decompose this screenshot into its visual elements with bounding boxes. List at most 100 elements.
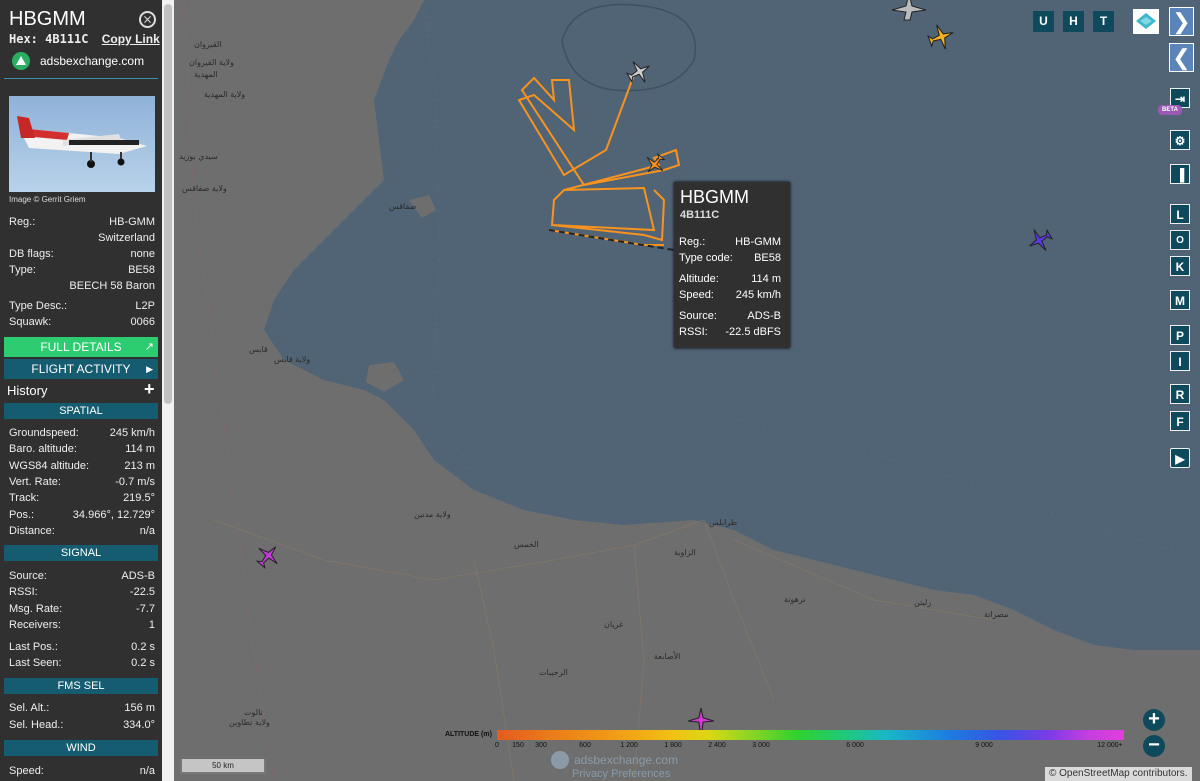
dbflags-row: DB flags: none bbox=[9, 248, 155, 260]
spatial-value: 34.966°, 12.729° bbox=[72, 508, 155, 521]
button-t[interactable]: T bbox=[1093, 11, 1114, 32]
button-k[interactable]: K bbox=[1170, 256, 1190, 276]
settings-button[interactable]: ⚙ bbox=[1170, 130, 1190, 150]
map-canvas bbox=[174, 0, 1200, 781]
map-place-label: قابس bbox=[249, 345, 268, 354]
chevron-left-icon: ❮ bbox=[1172, 45, 1191, 70]
button-r[interactable]: R bbox=[1170, 384, 1190, 404]
close-icon[interactable]: ⨯ bbox=[139, 11, 156, 28]
brand-link[interactable]: adsbexchange.com bbox=[12, 51, 144, 71]
aircraft-yellow-icon[interactable] bbox=[926, 22, 956, 52]
flight-activity-button[interactable]: FLIGHT ACTIVITY ▶ bbox=[4, 359, 158, 379]
login-icon: ⇥ bbox=[1174, 92, 1186, 106]
hex-label: Hex: bbox=[9, 32, 38, 46]
map-place-label: الزاوية bbox=[674, 548, 696, 557]
spatial-value: -0.7 m/s bbox=[115, 475, 155, 488]
aircraft-selected-icon[interactable] bbox=[643, 152, 667, 176]
tooltip-row: Type code: BE58 bbox=[679, 252, 781, 264]
wind-row: Speed: n/a bbox=[9, 765, 155, 777]
signal-row: Source: ADS-B bbox=[9, 570, 155, 582]
watermark: adsbexchange.com bbox=[551, 751, 678, 769]
map-place-label: ولاية صفاقس bbox=[182, 184, 227, 193]
external-link-icon: ↗ bbox=[144, 341, 154, 353]
fms-row: Sel. Head.: 334.0° bbox=[9, 719, 155, 731]
privacy-preferences-link[interactable]: Privacy Preferences bbox=[572, 768, 670, 780]
stats-button[interactable]: ▐ bbox=[1170, 164, 1190, 184]
spatial-label: Distance: bbox=[9, 524, 55, 537]
tooltip-label: Altitude: bbox=[679, 273, 719, 285]
altitude-legend-bar bbox=[497, 730, 1124, 740]
zoom-in-button[interactable]: + bbox=[1143, 709, 1165, 731]
scrollbar-thumb[interactable] bbox=[164, 4, 172, 404]
zoom-out-button[interactable]: − bbox=[1143, 735, 1165, 757]
tooltip-value: HB-GMM bbox=[735, 236, 781, 248]
spatial-row: Pos.: 34.966°, 12.729° bbox=[9, 509, 155, 521]
adsbx-logo-icon bbox=[12, 52, 30, 70]
button-m[interactable]: M bbox=[1170, 290, 1190, 310]
spatial-value: 213 m bbox=[124, 459, 155, 472]
signal-label: Last Seen: bbox=[9, 657, 62, 669]
button-l[interactable]: L bbox=[1170, 204, 1190, 224]
fms-header: FMS SEL bbox=[4, 678, 158, 694]
wind-label: Speed: bbox=[9, 765, 44, 777]
tooltip-value: 114 m bbox=[751, 273, 781, 285]
signal-label: Source: bbox=[9, 570, 47, 582]
aircraft-grey-icon[interactable] bbox=[625, 58, 653, 86]
squawk-value: 0066 bbox=[130, 316, 155, 328]
hex-value: 4B111C bbox=[45, 32, 89, 46]
tooltip-label: Type code: bbox=[679, 252, 733, 264]
altitude-legend-label: ALTITUDE (m) bbox=[445, 731, 492, 738]
aircraft-partial-icon[interactable] bbox=[890, 0, 928, 22]
map-view[interactable]: القيروان ولاية القيروان المهدية ولاية المهد… bbox=[174, 0, 1200, 781]
full-details-button[interactable]: FULL DETAILS ↗ bbox=[4, 337, 158, 357]
layers-button[interactable] bbox=[1133, 9, 1159, 34]
replay-button[interactable]: ▶ bbox=[1170, 448, 1190, 468]
map-place-label: نالوت bbox=[244, 708, 263, 717]
button-h[interactable]: H bbox=[1063, 11, 1084, 32]
map-place-label: ولاية المهدية bbox=[204, 90, 246, 99]
map-attribution[interactable]: © OpenStreetMap contributors. bbox=[1045, 767, 1192, 781]
button-p[interactable]: P bbox=[1170, 325, 1190, 345]
map-place-label: طرابلس bbox=[709, 518, 738, 527]
collapse-left-button[interactable]: ❮ bbox=[1169, 43, 1194, 72]
spatial-label: Baro. altitude: bbox=[9, 443, 77, 456]
wind-header: WIND bbox=[4, 740, 158, 756]
signal-row: Msg. Rate: -7.7 bbox=[9, 603, 155, 615]
signal-value: 0.2 s bbox=[131, 657, 155, 669]
brand-text: adsbexchange.com bbox=[40, 54, 145, 68]
chevron-right-icon: ▶ bbox=[146, 364, 153, 374]
altitude-tick: 3 000 bbox=[752, 742, 770, 749]
reg-label: Reg.: bbox=[9, 216, 36, 228]
map-place-label: زليتن bbox=[914, 598, 932, 607]
aircraft-purple-icon[interactable] bbox=[254, 542, 282, 570]
button-f[interactable]: F bbox=[1170, 411, 1190, 431]
fms-row: Sel. Alt.: 156 m bbox=[9, 702, 155, 714]
copy-link[interactable]: Copy Link bbox=[102, 32, 160, 46]
map-place-label: الرحيبات bbox=[539, 668, 568, 677]
map-place-label: الأصابعة bbox=[654, 652, 681, 661]
map-place-label: ولاية تطاوين bbox=[229, 718, 270, 727]
sidebar-scrollbar[interactable] bbox=[162, 0, 174, 781]
map-place-label: المهدية bbox=[194, 70, 218, 79]
button-u[interactable]: U bbox=[1033, 11, 1054, 32]
aircraft-blue-icon[interactable] bbox=[1026, 226, 1054, 254]
reg-value: HB-GMM bbox=[109, 216, 155, 228]
spatial-row: Track: 219.5° bbox=[9, 492, 155, 504]
spatial-value: n/a bbox=[139, 524, 155, 537]
aircraft-photo-illustration bbox=[17, 116, 147, 168]
expand-right-button[interactable]: ❯ bbox=[1169, 7, 1194, 36]
tooltip-row: Altitude: 114 m bbox=[679, 273, 781, 285]
tooltip-label: RSSI: bbox=[679, 326, 708, 338]
tooltip-row: Reg.: HB-GMM bbox=[679, 236, 781, 248]
button-i[interactable]: I bbox=[1170, 351, 1190, 371]
type-label: Type: bbox=[9, 264, 36, 276]
fms-label: Sel. Head.: bbox=[9, 718, 64, 731]
plus-icon[interactable]: + bbox=[144, 379, 155, 400]
tooltip-row: Source: ADS-B bbox=[679, 310, 781, 322]
reg-row: Reg.: HB-GMM bbox=[9, 216, 155, 228]
history-label[interactable]: History bbox=[7, 383, 47, 398]
aircraft-photo[interactable] bbox=[9, 96, 155, 192]
button-o[interactable]: O bbox=[1170, 230, 1190, 250]
dbflags-label: DB flags: bbox=[9, 248, 54, 260]
signal-value: ADS-B bbox=[121, 570, 155, 582]
